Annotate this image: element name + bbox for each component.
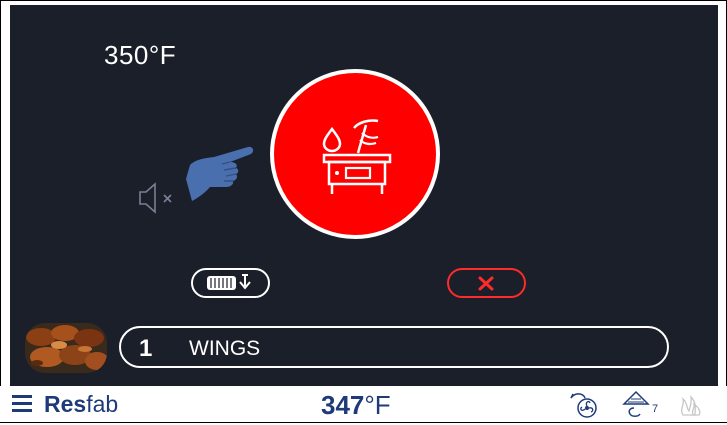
setpoint-temperature: 350°F	[104, 40, 177, 70]
product-selector[interactable]: 1 WINGS	[119, 326, 669, 368]
drain-tank-alert-icon	[322, 119, 392, 194]
product-image[interactable]	[25, 323, 107, 373]
chicken-wings-thumbnail	[25, 323, 107, 373]
status-bar: Resfab 347°F 7	[0, 386, 727, 422]
fan-icon[interactable]	[567, 389, 601, 424]
pointing-hand-icon	[186, 143, 256, 210]
current-temp-value: 347	[321, 390, 365, 420]
brand-suffix: fab	[86, 391, 119, 417]
product-number: 1	[139, 335, 153, 362]
brand-prefix: Res	[44, 391, 87, 417]
heat-icon[interactable]	[677, 389, 705, 424]
filter-count: 7	[652, 403, 659, 415]
fryer-screen: 350°F 1 WINGS	[10, 5, 718, 386]
hamburger-menu-icon[interactable]	[12, 393, 34, 418]
current-temp-unit: °F	[364, 390, 391, 420]
cancel-button[interactable]	[447, 268, 526, 298]
basket-drain-icon	[207, 274, 251, 290]
close-x-icon	[478, 276, 494, 291]
brand-logo: Resfab	[44, 391, 118, 418]
current-temperature: 347°F	[321, 390, 391, 421]
speaker-muted-icon[interactable]	[138, 181, 182, 220]
product-name: WINGS	[189, 337, 261, 360]
drain-basket-button[interactable]	[191, 268, 270, 298]
drain-tank-alert-button[interactable]	[270, 69, 440, 239]
filter-icon[interactable]	[620, 388, 652, 425]
